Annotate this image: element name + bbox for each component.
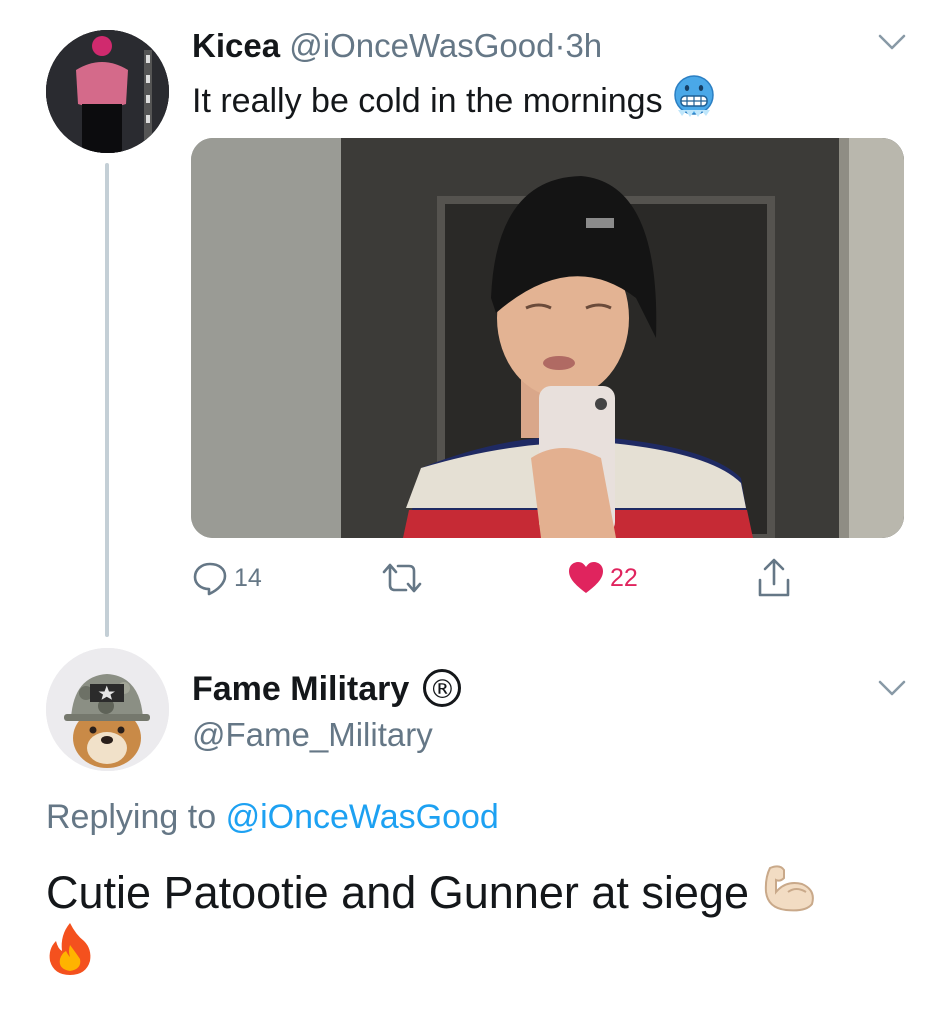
flexed-biceps-emoji — [764, 865, 814, 912]
reply-author-handle[interactable]: @Fame_Military — [192, 714, 433, 756]
avatar-image — [46, 648, 169, 771]
photo-image — [191, 138, 904, 538]
registered-badge: ® — [423, 669, 462, 707]
like-button[interactable]: 22 — [568, 558, 638, 598]
tweet-text: It really be cold in the mornings — [192, 74, 716, 122]
tweet-photo[interactable] — [191, 138, 904, 538]
tweet-text-content: It really be cold in the mornings — [192, 82, 663, 120]
reply-author-avatar[interactable] — [46, 648, 169, 771]
author-avatar[interactable] — [46, 30, 169, 153]
reply-icon — [193, 562, 227, 596]
tweet-time[interactable]: 3h — [565, 27, 602, 64]
author-handle[interactable]: @iOnceWasGood — [289, 27, 554, 64]
tweet-header: Kicea @iOnceWasGood·3h — [192, 26, 602, 66]
heart-icon — [569, 562, 603, 593]
replying-to-line: Replying to @iOnceWasGood — [46, 796, 499, 838]
separator: · — [554, 27, 566, 64]
cold-face-emoji — [674, 75, 714, 117]
replying-to-handle[interactable]: @iOnceWasGood — [226, 798, 499, 836]
retweet-button[interactable] — [382, 558, 428, 598]
retweet-icon — [382, 563, 422, 593]
reply-author-name-row: Fame Military ® — [192, 668, 462, 710]
replying-to-label: Replying to — [46, 798, 217, 836]
chevron-down-icon[interactable] — [877, 678, 907, 698]
fire-emoji — [49, 923, 91, 975]
share-button[interactable] — [756, 558, 792, 598]
reply-button[interactable]: 14 — [192, 558, 262, 598]
reply-count: 14 — [234, 563, 262, 592]
avatar-image — [46, 30, 169, 153]
thread-connector — [105, 163, 109, 637]
like-count: 22 — [610, 563, 638, 592]
author-name[interactable]: Kicea — [192, 27, 280, 64]
share-icon — [758, 558, 790, 597]
reply-text-content: Cutie Patootie and Gunner at siege — [46, 867, 749, 918]
chevron-down-icon[interactable] — [877, 32, 907, 52]
reply-author-name[interactable]: Fame Military — [192, 670, 409, 708]
reply-text: Cutie Patootie and Gunner at siege — [46, 862, 818, 984]
